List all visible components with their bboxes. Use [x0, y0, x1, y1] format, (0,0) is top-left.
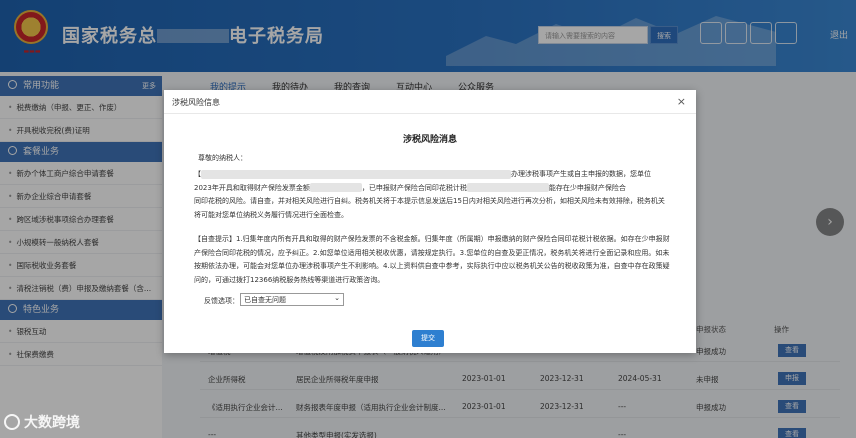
- brand-watermark: 大数跨境: [4, 412, 80, 432]
- close-icon[interactable]: ×: [677, 95, 686, 108]
- redacted-block: [309, 183, 362, 192]
- redacted-block: [466, 183, 549, 192]
- submit-button[interactable]: 提交: [412, 330, 444, 347]
- notice-paragraph-2: 【自查提示】1.归集年度内所有开具和取得的财产保险发票的不含税金额。归集年度（所…: [194, 235, 670, 284]
- salutation: 尊敬的纳税人：: [198, 154, 247, 162]
- feedback-select[interactable]: 已自查无问题 ⌄: [240, 293, 344, 306]
- feedback-label: 反馈选项：: [204, 297, 239, 305]
- dialog-header: 涉税风险信息 ×: [164, 90, 696, 114]
- chevron-down-icon: ⌄: [334, 294, 340, 302]
- notice-title: 涉税风险消息: [402, 135, 457, 145]
- notice-paragraph-1: 【办理涉税事项产生或自主申报的数据，您单位 2023年开具和取得财产保险发票金额…: [194, 169, 665, 219]
- brand-logo-icon: [4, 414, 20, 430]
- risk-info-dialog: 涉税风险信息 × 涉税风险消息 尊敬的纳税人： 【办理涉税事项产生或自主申报的数…: [164, 90, 696, 353]
- dialog-title: 涉税风险信息: [172, 98, 220, 107]
- redacted-block: [201, 169, 511, 179]
